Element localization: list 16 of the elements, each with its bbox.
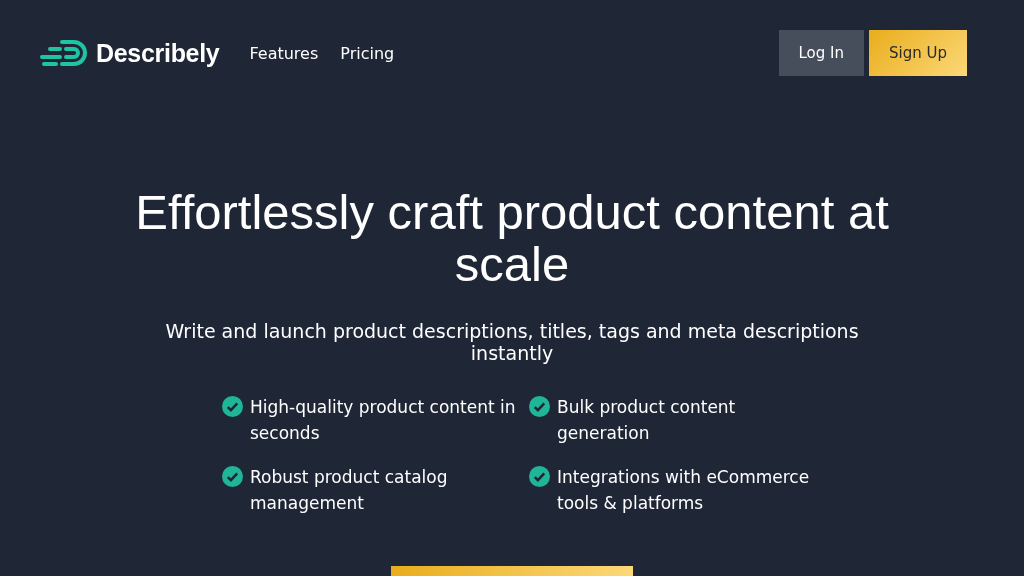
log-in-button[interactable]: Log In: [778, 30, 864, 76]
feature-text: Integrations with eCommerce tools & platforms: [557, 466, 811, 515]
sign-up-button[interactable]: Sign Up: [869, 30, 967, 76]
check-icon: [222, 396, 243, 417]
hero-subtitle: Write and launch product descriptions, titles, tags and meta descriptions instantly: [164, 320, 860, 364]
logo-icon: [40, 38, 90, 68]
feature-text: High-quality product content in seconds: [250, 396, 517, 445]
check-icon: [529, 466, 550, 487]
check-icon: [222, 466, 243, 487]
nav-link[interactable]: Pricing: [340, 43, 395, 63]
check-icon: [529, 396, 550, 417]
feature-text: Bulk product content generation: [557, 396, 737, 445]
nav-link[interactable]: Features: [249, 43, 319, 63]
brand-name[interactable]: Describely: [96, 38, 220, 68]
hero-title: Effortlessly craft product content at scale: [134, 186, 890, 290]
feature-text: Robust product catalog management: [250, 466, 449, 515]
